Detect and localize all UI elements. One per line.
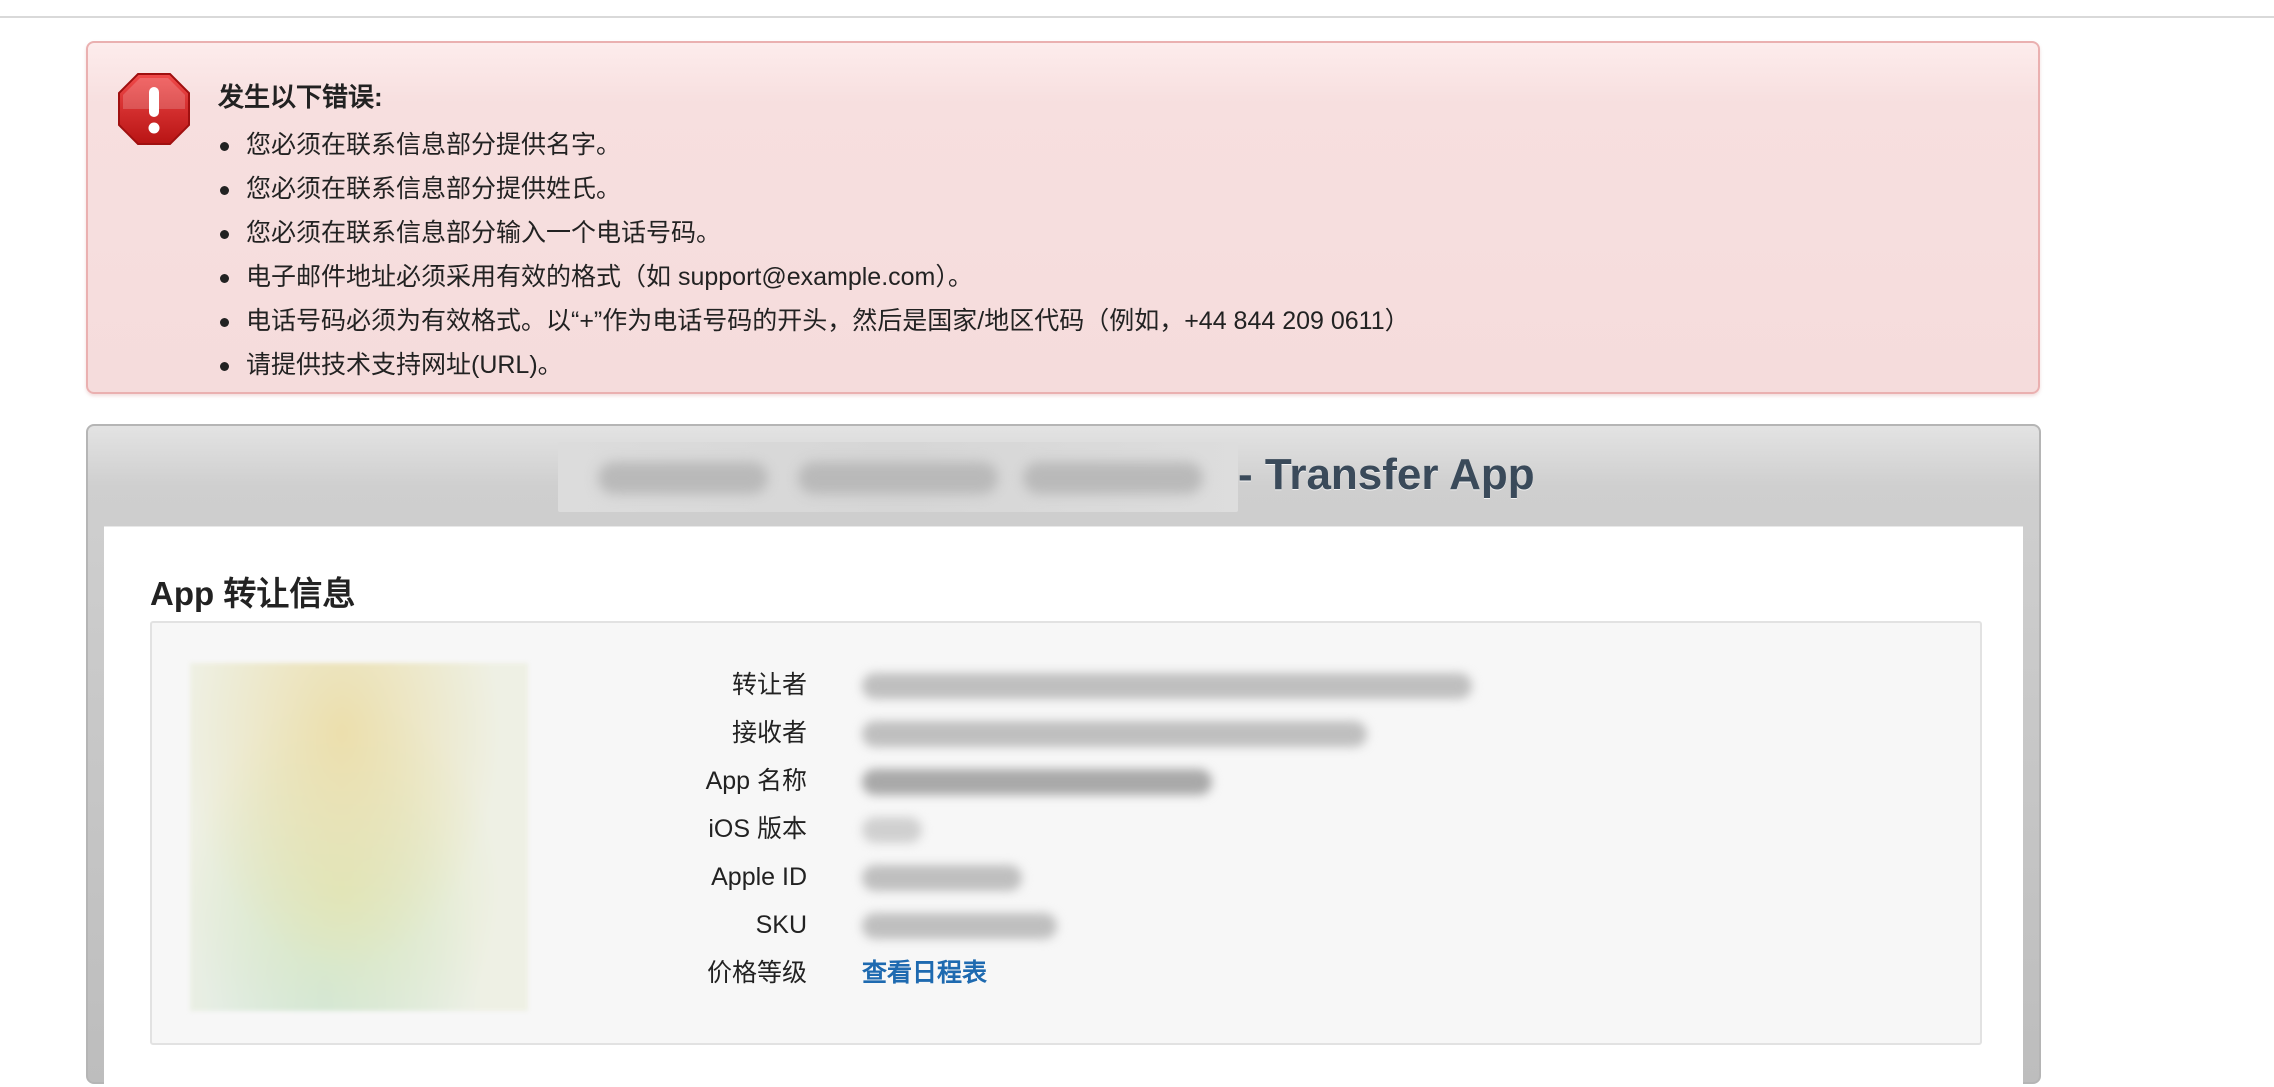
ios-version-label: iOS 版本 bbox=[708, 815, 807, 843]
sku-label: SKU bbox=[755, 911, 807, 939]
section-title: App 转让信息 bbox=[150, 575, 356, 612]
transferor-row: 转让者 bbox=[152, 661, 1952, 709]
transfer-app-panel: - Transfer App App 转让信息 转让者 接收者 App 名称 i… bbox=[86, 424, 2041, 1087]
error-title: 发生以下错误: bbox=[218, 82, 383, 112]
error-octagon-icon bbox=[118, 73, 190, 145]
recipient-label: 接收者 bbox=[731, 719, 807, 747]
error-item: 电话号码必须为有效格式。以“+”作为电话号码的开头，然后是国家/地区代码（例如，… bbox=[218, 299, 1410, 343]
app-info-box: 转让者 接收者 App 名称 iOS 版本 Apple ID SKU 价格等级 … bbox=[150, 621, 1982, 1045]
error-item: 您必须在联系信息部分输入一个电话号码。 bbox=[218, 211, 1410, 255]
ios-version-value-redacted bbox=[862, 817, 922, 843]
top-divider bbox=[0, 0, 2274, 18]
sku-value-redacted bbox=[862, 913, 1057, 939]
transferor-value-redacted bbox=[862, 673, 1472, 699]
error-item: 您必须在联系信息部分提供名字。 bbox=[218, 123, 1410, 167]
error-item: 您必须在联系信息部分提供姓氏。 bbox=[218, 167, 1410, 211]
ios-version-row: iOS 版本 bbox=[152, 805, 1952, 853]
error-item: 电子邮件地址必须采用有效的格式（如 support@example.com）。 bbox=[218, 255, 1410, 299]
error-item: 请提供技术支持网址(URL)。 bbox=[218, 343, 1410, 387]
error-message-box: 发生以下错误: 您必须在联系信息部分提供名字。 您必须在联系信息部分提供姓氏。 … bbox=[86, 41, 2040, 394]
error-list: 您必须在联系信息部分提供名字。 您必须在联系信息部分提供姓氏。 您必须在联系信息… bbox=[218, 123, 1410, 387]
apple-id-label: Apple ID bbox=[711, 863, 807, 891]
redacted-app-name bbox=[558, 442, 1238, 512]
apple-id-row: Apple ID bbox=[152, 853, 1952, 901]
transferor-label: 转让者 bbox=[731, 671, 807, 699]
panel-header: - Transfer App bbox=[88, 426, 2039, 526]
app-name-label: App 名称 bbox=[705, 767, 807, 795]
view-schedule-link[interactable]: 查看日程表 bbox=[862, 949, 987, 997]
price-tier-label: 价格等级 bbox=[706, 959, 807, 987]
app-name-row: App 名称 bbox=[152, 757, 1952, 805]
price-tier-row: 价格等级 查看日程表 bbox=[152, 949, 1952, 997]
sku-row: SKU bbox=[152, 901, 1952, 949]
app-name-value-redacted bbox=[862, 769, 1212, 795]
recipient-row: 接收者 bbox=[152, 709, 1952, 757]
panel-title: - Transfer App bbox=[1238, 450, 1535, 499]
recipient-value-redacted bbox=[862, 721, 1367, 747]
panel-body: App 转让信息 转让者 接收者 App 名称 iOS 版本 Apple ID bbox=[104, 526, 2023, 1087]
apple-id-value-redacted bbox=[862, 865, 1022, 891]
